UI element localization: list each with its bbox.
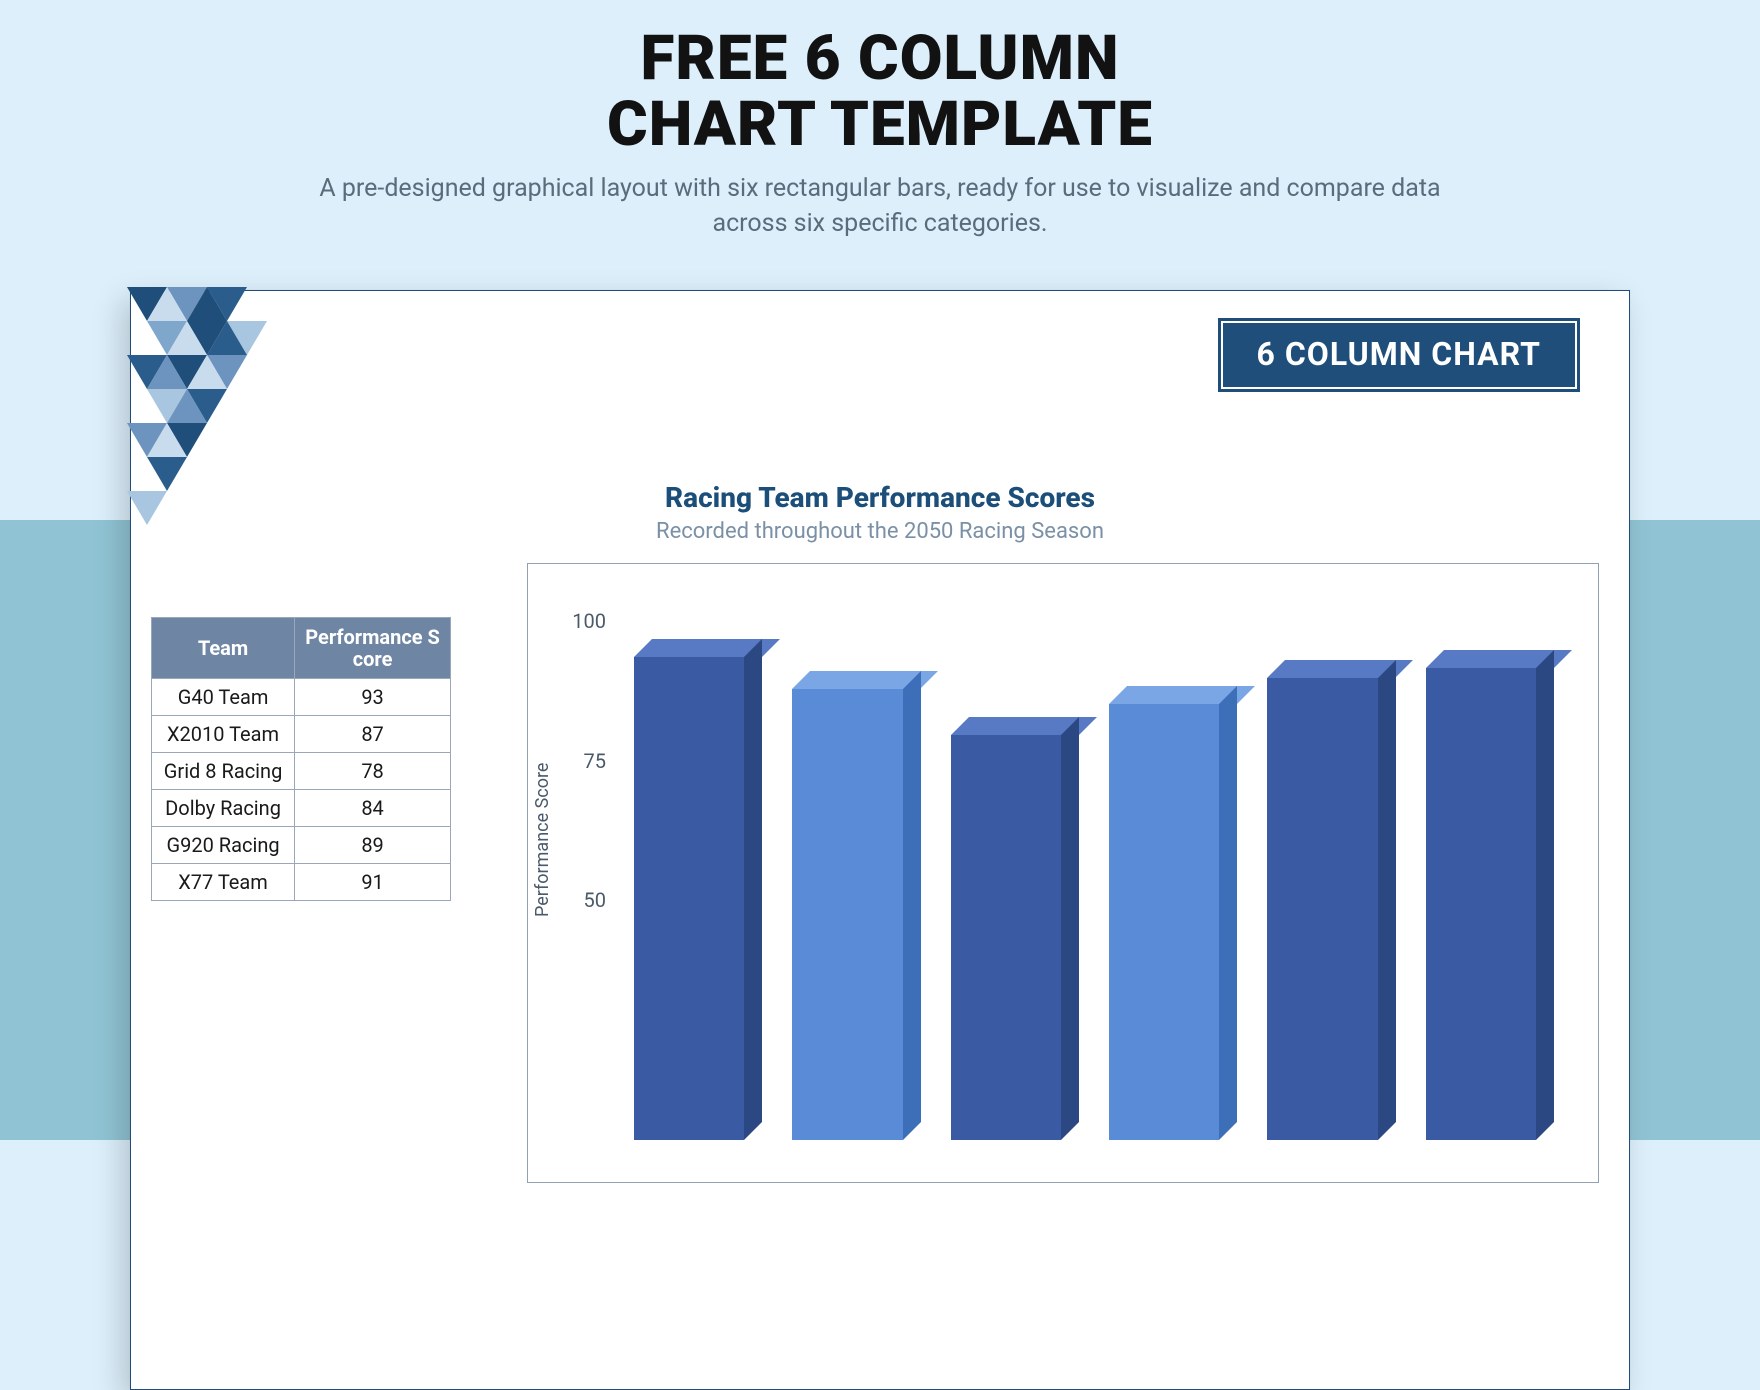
badge-wrap: 6 COLUMN CHART xyxy=(1221,321,1577,389)
table-row: Dolby Racing84 xyxy=(152,790,451,827)
data-table: Team Performance S core G40 Team93 X2010… xyxy=(151,617,451,901)
chart-bar xyxy=(1267,678,1395,1140)
cell-score: 84 xyxy=(295,790,451,827)
table-row: X2010 Team87 xyxy=(152,716,451,753)
chart-ytick-75: 75 xyxy=(556,749,606,773)
chart-y-axis-label: Performance Score xyxy=(532,763,553,917)
chart-bar xyxy=(1109,704,1237,1140)
table-row: G40 Team93 xyxy=(152,679,451,716)
table-row: X77 Team91 xyxy=(152,864,451,901)
chart-plot-area: Performance Score 100 75 50 xyxy=(527,563,1599,1183)
page-subtitle: A pre-designed graphical layout with six… xyxy=(280,171,1480,241)
page-title-line2: CHART TEMPLATE xyxy=(607,92,1153,158)
card-layout: Team Performance S core G40 Team93 X2010… xyxy=(151,591,1599,1379)
cell-score: 93 xyxy=(295,679,451,716)
page-title-line1: FREE 6 COLUMN xyxy=(607,26,1153,92)
cell-team: Grid 8 Racing xyxy=(152,753,295,790)
chart-bar xyxy=(1426,668,1554,1140)
table-header-score: Performance S core xyxy=(295,618,451,679)
chart-bar xyxy=(951,735,1079,1140)
chart-ytick-50: 50 xyxy=(556,888,606,912)
chart-bars xyxy=(614,582,1574,1140)
triangle-decoration-icon xyxy=(127,287,387,547)
chart-plot: Performance Score 100 75 50 xyxy=(614,582,1574,1140)
cell-score: 87 xyxy=(295,716,451,753)
card-badge: 6 COLUMN CHART xyxy=(1221,321,1577,389)
page-title: FREE 6 COLUMN CHART TEMPLATE xyxy=(607,26,1153,157)
cell-team: X2010 Team xyxy=(152,716,295,753)
cell-team: G40 Team xyxy=(152,679,295,716)
cell-score: 91 xyxy=(295,864,451,901)
table-header-row: Team Performance S core xyxy=(152,618,451,679)
cell-score: 89 xyxy=(295,827,451,864)
cell-team: X77 Team xyxy=(152,864,295,901)
table-row: G920 Racing89 xyxy=(152,827,451,864)
cell-team: G920 Racing xyxy=(152,827,295,864)
chart-title: Racing Team Performance Scores xyxy=(665,481,1095,514)
chart-bar xyxy=(792,689,920,1140)
table-header-score-l2: core xyxy=(353,647,393,671)
cell-score: 78 xyxy=(295,753,451,790)
table-header-score-l1: Performance S xyxy=(305,625,440,649)
template-card: 6 COLUMN CHART Racing Team Performance S… xyxy=(130,290,1630,1390)
chart-ytick-100: 100 xyxy=(556,609,606,633)
chart-subtitle: Recorded throughout the 2050 Racing Seas… xyxy=(656,519,1104,544)
cell-team: Dolby Racing xyxy=(152,790,295,827)
chart-bar xyxy=(634,657,762,1140)
table-row: Grid 8 Racing78 xyxy=(152,753,451,790)
page-stage: FREE 6 COLUMN CHART TEMPLATE A pre-desig… xyxy=(0,0,1760,1140)
table-header-team: Team xyxy=(152,618,295,679)
